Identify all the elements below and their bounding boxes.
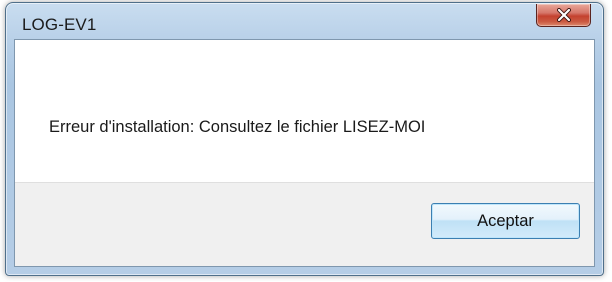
dialog-window: LOG-EV1 Erreur d'installation: Consultez… (5, 2, 604, 276)
close-icon (556, 8, 571, 22)
close-button[interactable] (536, 4, 591, 27)
dialog-body: Erreur d'installation: Consultez le fich… (14, 39, 595, 267)
ok-button[interactable]: Aceptar (431, 203, 580, 239)
error-message: Erreur d'installation: Consultez le fich… (49, 118, 426, 136)
message-area: Erreur d'installation: Consultez le fich… (15, 40, 594, 182)
window-title: LOG-EV1 (22, 15, 97, 34)
button-bar: Aceptar (15, 182, 594, 266)
title-bar[interactable]: LOG-EV1 (6, 3, 603, 39)
